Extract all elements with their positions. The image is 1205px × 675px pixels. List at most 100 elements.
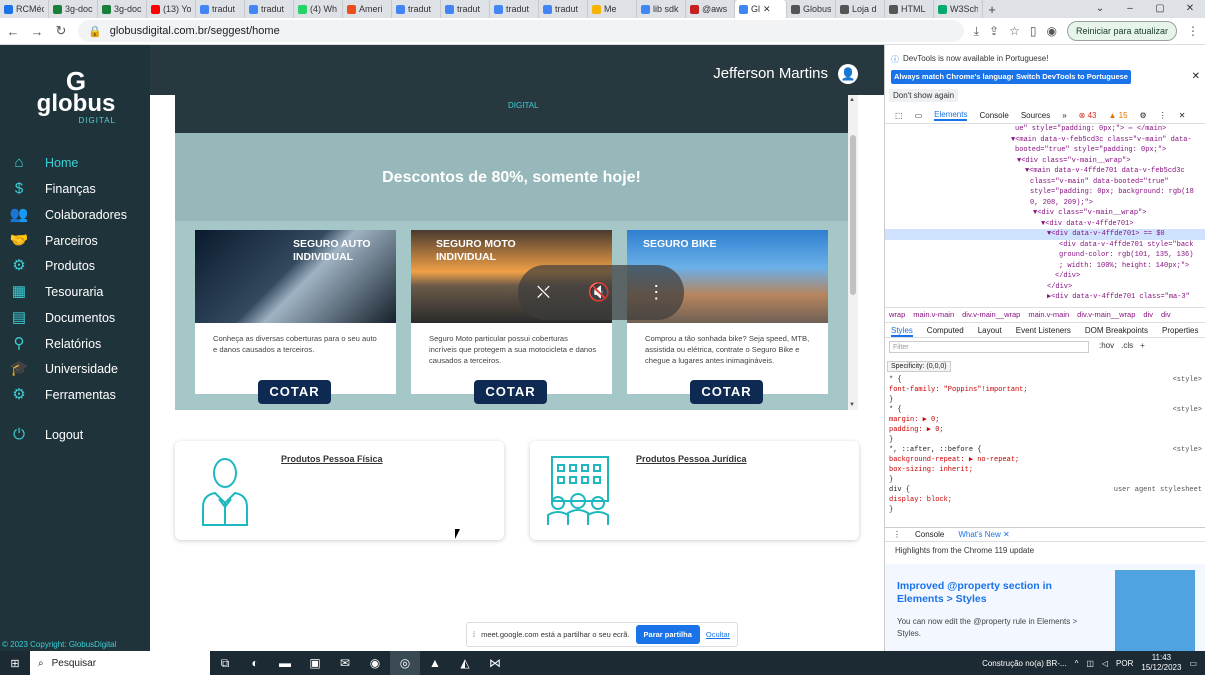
back-icon[interactable]: ← [6,24,20,39]
style-rule-line[interactable]: background-repeat: ▶ no-repeat; [885,455,1205,465]
dom-node[interactable]: ground-color: rgb(101, 135, 136) [885,250,1205,261]
device-toggle-icon[interactable]: ▭ [915,111,923,120]
produtos-pj-link[interactable]: Produtos Pessoa Jurídica [636,454,747,464]
style-rule-line[interactable]: display: block; [885,495,1205,505]
tab-sources[interactable]: Sources [1021,111,1050,120]
sidebar-item-parceiros[interactable]: 🤝 Parceiros [8,231,148,251]
browser-tab[interactable]: lib sdk [637,0,686,18]
drawer-menu-icon[interactable]: ⋮ [893,528,901,541]
dom-node[interactable]: ▼<div data-v-4ffde701> [885,219,1205,230]
styles-tab-dom-breakpoints[interactable]: DOM Breakpoints [1085,323,1148,337]
sidepanel-icon[interactable]: ▯ [1030,24,1037,38]
sidebar-item-documentos[interactable]: ▤ Documentos [8,308,148,328]
style-rule-line[interactable]: <style> * { [885,405,1205,415]
tray-chevron-icon[interactable]: ^ [1075,659,1079,668]
sidebar-item-tesouraria[interactable]: ▦ Tesouraria [8,282,148,302]
browser-tab[interactable]: tradut [245,0,294,18]
dom-node[interactable]: class="v-main" data-booted="true" [885,177,1205,188]
breadcrumb-item[interactable]: div [1143,308,1153,321]
dom-node[interactable]: ▶<div data-v-4ffde701 class="ma-3" [885,292,1205,303]
dom-node[interactable]: </div> [885,282,1205,293]
lock-icon[interactable]: 🔒 [88,25,102,38]
dom-node[interactable]: style="padding: 0px; background: rgb(18 [885,187,1205,198]
browser-tab[interactable]: (13) Yo [147,0,196,18]
breadcrumb-item[interactable]: main.v-main [1028,308,1069,321]
minimize-icon[interactable]: – [1115,0,1145,18]
firefox-icon[interactable]: ◉ [360,651,390,675]
close-devtools-icon[interactable]: ✕ [1179,111,1186,120]
close-infobar-icon[interactable]: ✕ [1192,71,1200,82]
style-rule-line[interactable]: margin: ▶ 0; [885,415,1205,425]
network-icon[interactable]: ◫ [1086,659,1094,668]
devtools-menu-icon[interactable]: ⋮ [1159,111,1167,120]
more-options-icon[interactable]: ⋮ [647,282,665,303]
scrollbar-thumb[interactable] [850,135,856,295]
dom-node[interactable]: ▼<div data-v-4ffde701> == $0 [885,229,1205,240]
dom-node[interactable]: ▼<main data-v-feb5cd3c class="v-main" da… [885,135,1205,146]
hide-share-bar-link[interactable]: Ocultar [706,630,730,639]
style-rule-line[interactable]: font-family: "Poppins"!important; [885,385,1205,395]
styles-tab-properties[interactable]: Properties [1162,323,1198,337]
new-tab-button[interactable]: + [983,2,1001,17]
sidebar-item-colaboradores[interactable]: 👥 Colaboradores [8,205,148,225]
task-view-icon[interactable]: ⧉ [210,651,240,675]
reload-icon[interactable]: ↻ [54,23,68,39]
browser-tab[interactable]: tradut [392,0,441,18]
style-rule-line[interactable]: padding: ▶ 0; [885,425,1205,435]
breadcrumb-item[interactable]: div [1161,308,1171,321]
sidebar-item-financas[interactable]: $ Finanças [8,179,148,199]
close-tab-icon[interactable]: ✕ [763,4,771,15]
style-rule-line[interactable]: box-sizing: inherit; [885,465,1205,475]
browser-tab[interactable]: Globus [787,0,836,18]
language-indicator[interactable]: POR [1116,659,1133,668]
maximize-icon[interactable]: ▢ [1145,0,1175,18]
settings-gear-icon[interactable]: ⚙ [1140,111,1147,120]
windows-start-icon[interactable]: ⊞ [0,657,30,670]
dom-node[interactable]: ; width: 100%; height: 140px;"> [885,261,1205,272]
profile-avatar[interactable]: ◉ [1046,24,1056,38]
browser-tab[interactable]: Ameri [343,0,392,18]
tab-elements[interactable]: Elements [934,110,968,121]
dont-show-again-button[interactable]: Don't show again [889,89,959,102]
close-window-icon[interactable]: ✕ [1175,0,1205,18]
notification-text[interactable]: Construção no(a) BR-... [982,659,1066,668]
file-explorer-icon[interactable]: ▬ [270,651,300,675]
dom-node[interactable]: </div> [885,271,1205,282]
more-tabs-icon[interactable]: » [1062,111,1066,120]
edge-icon[interactable]: ◐ [240,651,270,675]
dom-node[interactable]: booted="true" style="padding: 0px;"> [885,145,1205,156]
styles-tool-button[interactable]: + [1140,341,1145,350]
forward-icon[interactable]: → [30,24,44,39]
browser-tab[interactable]: HTML [885,0,934,18]
styles-tab-event-listeners[interactable]: Event Listeners [1016,323,1071,337]
browser-tab[interactable]: tradut [441,0,490,18]
tab-search-icon[interactable]: ⌄ [1085,0,1115,18]
browser-tab[interactable]: W3Sch [934,0,983,18]
share-icon[interactable]: ⇪ [989,24,999,38]
store-icon[interactable]: ▣ [300,651,330,675]
styles-filter-input[interactable]: Filter [889,341,1089,353]
scroll-down-icon[interactable]: ▼ [849,402,855,408]
switch-portuguese-button[interactable]: Switch DevTools to Portuguese [1013,70,1131,84]
sound-off-icon[interactable]: 🔇 [587,282,609,303]
style-rule-line[interactable]: } [885,475,1205,485]
browser-tab[interactable]: (4) Wh [294,0,343,18]
acrobat-icon[interactable]: ▲ [420,651,450,675]
cotar-moto-button[interactable]: COTAR [474,380,547,404]
vscode-icon[interactable]: ⋈ [480,651,510,675]
news-title[interactable]: Improved @property section in Elements >… [897,580,1077,606]
breadcrumb-item[interactable]: div.v-main__wrap [962,308,1020,321]
inspect-icon[interactable]: ⬚ [895,111,903,120]
clock[interactable]: 11:43 15/12/2023 [1141,653,1181,673]
url-field[interactable]: 🔒 globusdigital.com.br/seggest/home [78,20,964,42]
bookmark-star-icon[interactable]: ☆ [1009,24,1020,38]
warning-count[interactable]: ▲ 15 [1109,111,1128,120]
product-box-pf[interactable]: Produtos Pessoa Física [175,441,504,540]
browser-tab[interactable]: Gl ✕ [735,0,787,18]
app-icon[interactable]: ◭ [450,651,480,675]
tab-console[interactable]: Console [979,111,1008,120]
style-rule-line[interactable]: user agent stylesheet div { [885,485,1205,495]
sidebar-item-logout[interactable]: ⏻ Logout [8,425,148,445]
download-icon[interactable]: ⤓ [974,24,979,39]
style-rule-line[interactable]: <style> *, ::after, ::before { [885,445,1205,455]
